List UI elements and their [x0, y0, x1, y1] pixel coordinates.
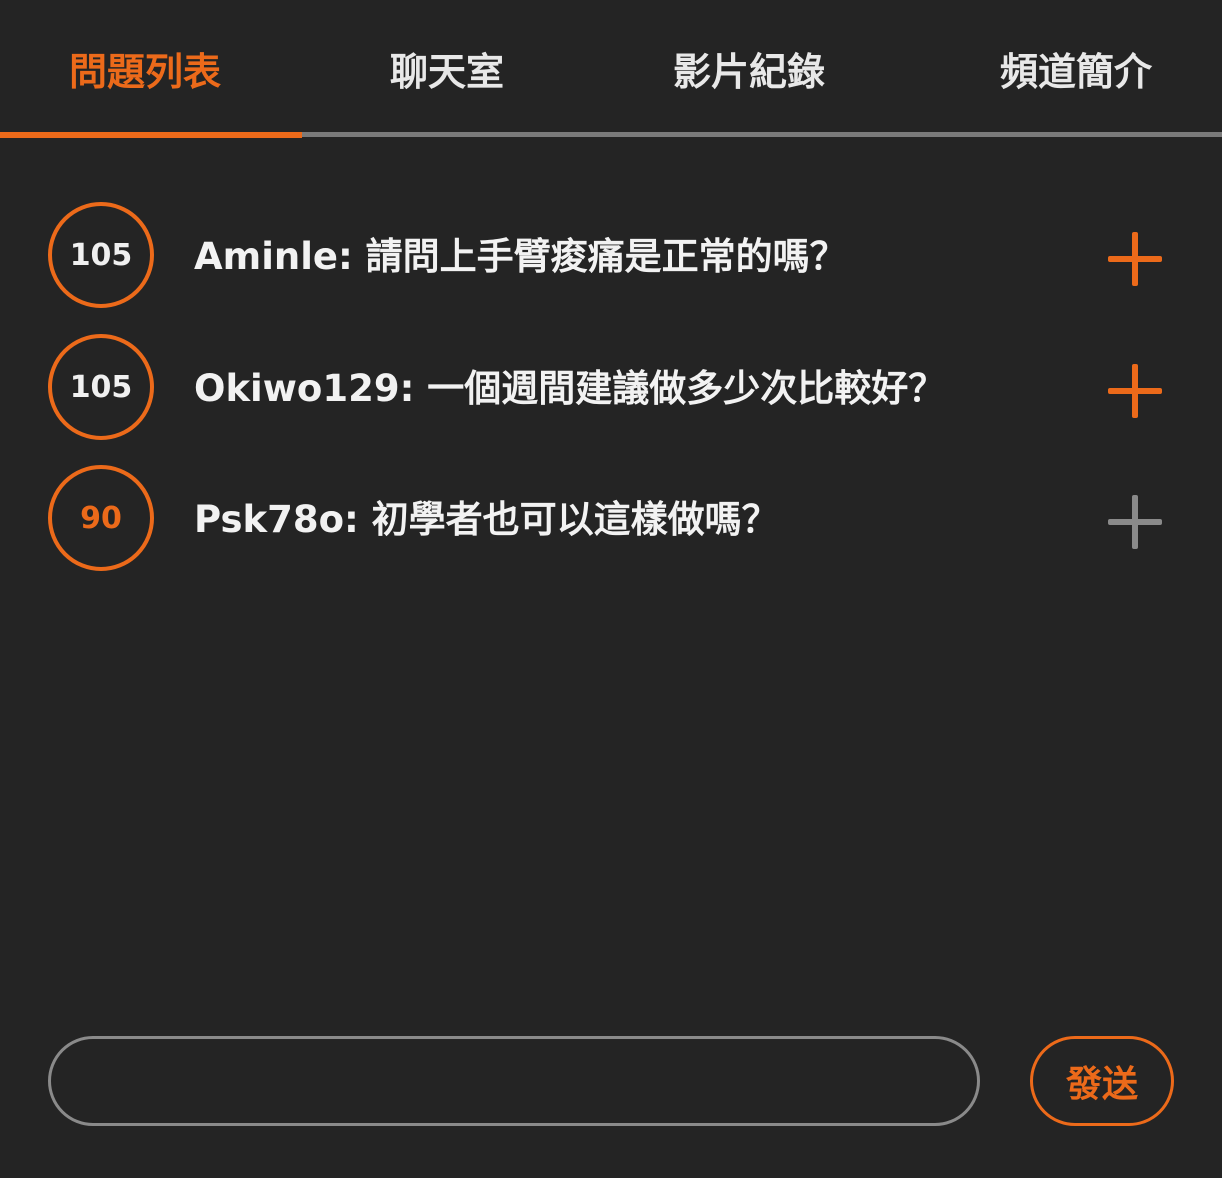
question-text: Okiwo129: 一個週間建議做多少次比較好？ — [194, 367, 946, 410]
plus-icon[interactable] — [1108, 364, 1162, 418]
vote-count-badge: 105 — [48, 334, 154, 440]
vote-count-badge: 90 — [48, 465, 154, 571]
tab-channel-intro[interactable]: 頻道簡介 — [926, 0, 1222, 136]
question-item: 105 Okiwo129: 一個週間建議做多少次比較好？ — [0, 322, 1222, 442]
question-input-wrapper — [48, 1036, 980, 1126]
question-panel: 問題列表 聊天室 影片紀錄 頻道簡介 105 Aminle: 請問上手臂痠痛是正… — [0, 0, 1222, 1178]
active-tab-indicator — [0, 132, 302, 138]
question-input[interactable] — [51, 1039, 977, 1123]
send-button[interactable]: 發送 — [1030, 1036, 1174, 1126]
question-text: Aminle: 請問上手臂痠痛是正常的嗎？ — [194, 235, 847, 278]
plus-icon[interactable] — [1108, 495, 1162, 549]
question-item: 105 Aminle: 請問上手臂痠痛是正常的嗎？ — [0, 190, 1222, 310]
tab-video-records[interactable]: 影片紀錄 — [604, 0, 894, 136]
vote-count-badge: 105 — [48, 202, 154, 308]
question-text: Psk78o: 初學者也可以這樣做嗎？ — [194, 498, 779, 541]
question-item: 90 Psk78o: 初學者也可以這樣做嗎？ — [0, 453, 1222, 573]
plus-icon[interactable] — [1108, 232, 1162, 286]
tab-question-list[interactable]: 問題列表 — [0, 0, 290, 136]
tab-chat-room[interactable]: 聊天室 — [302, 0, 592, 136]
tab-bar: 問題列表 聊天室 影片紀錄 頻道簡介 — [0, 0, 1222, 140]
